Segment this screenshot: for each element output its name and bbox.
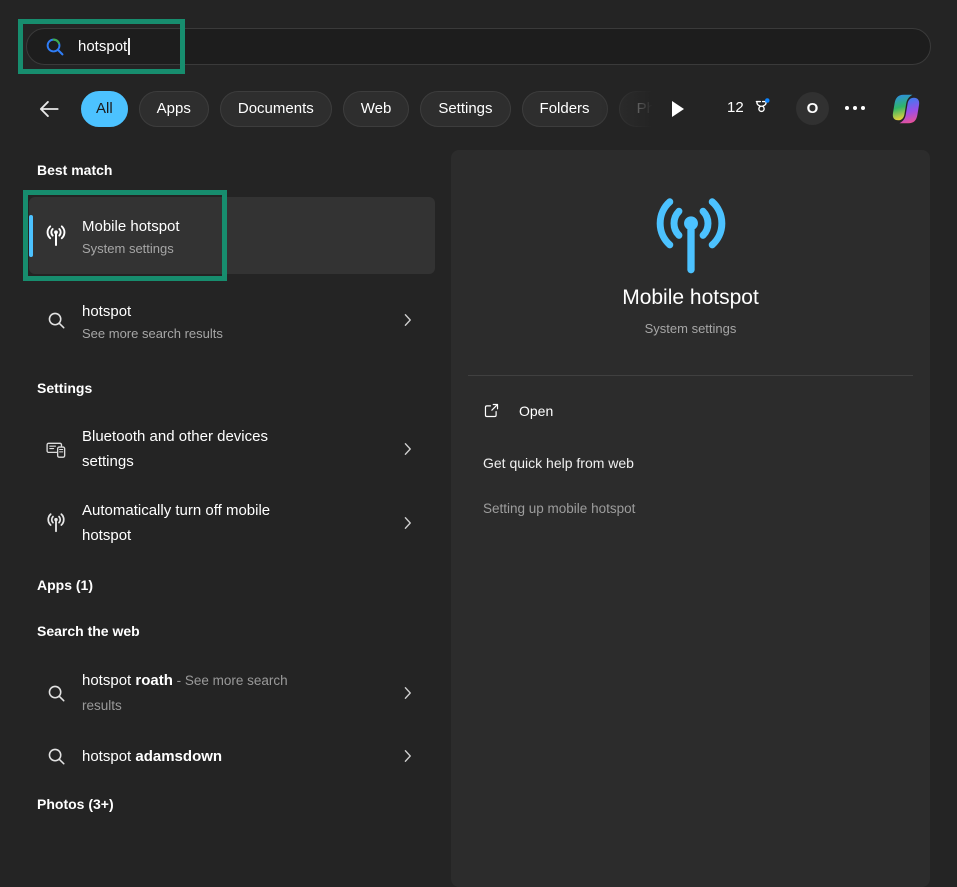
result-subtitle: See more search results — [82, 325, 223, 342]
hotspot-icon — [44, 224, 68, 248]
result-title: hotspot — [82, 299, 223, 324]
web-query-suggestion: roath — [135, 672, 173, 689]
chevron-right-icon[interactable] — [399, 512, 417, 534]
result-auto-turn-off-hotspot[interactable]: Automatically turn off mobile hotspot — [29, 485, 435, 561]
copilot-icon[interactable] — [888, 91, 924, 127]
devices-icon — [44, 438, 68, 461]
help-link-setting-up-hotspot[interactable]: Setting up mobile hotspot — [483, 501, 635, 516]
search-filter-tabs: All Apps Documents Web Settings Folders … — [81, 91, 662, 127]
user-avatar[interactable]: O — [796, 92, 829, 125]
result-mobile-hotspot[interactable]: Mobile hotspot System settings — [29, 197, 435, 274]
rewards-icon — [751, 97, 772, 118]
avatar-letter: O — [807, 100, 819, 117]
settings-header: Settings — [37, 380, 92, 396]
chevron-right-icon[interactable] — [399, 309, 417, 331]
tab-all[interactable]: All — [81, 91, 128, 127]
result-title: Mobile hotspot — [82, 214, 180, 239]
more-options-icon[interactable] — [845, 106, 865, 110]
search-icon — [44, 36, 65, 57]
tab-apps[interactable]: Apps — [139, 91, 209, 127]
result-bluetooth-settings[interactable]: Bluetooth and other devices settings — [29, 411, 435, 487]
rewards-count: 12 — [727, 99, 744, 116]
result-title: Bluetooth and other devices settings — [82, 424, 314, 474]
divider — [468, 375, 913, 376]
back-button[interactable] — [36, 96, 62, 122]
windows-search-flyout: hotspot All Apps Documents Web Settings … — [0, 0, 957, 887]
tab-documents[interactable]: Documents — [220, 91, 332, 127]
result-see-more[interactable]: hotspot See more search results — [29, 290, 435, 350]
selection-accent-bar — [29, 215, 33, 257]
tab-settings[interactable]: Settings — [420, 91, 510, 127]
tab-web[interactable]: Web — [343, 91, 410, 127]
rewards-badge[interactable]: 12 — [727, 97, 772, 118]
photos-header: Photos (3+) — [37, 796, 114, 812]
open-label: Open — [519, 403, 553, 419]
search-query-text: hotspot — [78, 38, 127, 55]
hotspot-icon — [44, 512, 68, 534]
web-query: hotspot — [82, 672, 135, 689]
quick-help-header: Get quick help from web — [483, 455, 634, 471]
search-result-icon — [44, 683, 68, 703]
open-action[interactable]: Open — [483, 402, 553, 419]
open-external-icon — [483, 402, 500, 419]
web-query: hotspot — [82, 748, 135, 765]
search-input[interactable]: hotspot — [26, 28, 931, 65]
chevron-right-icon[interactable] — [399, 438, 417, 460]
result-title: Automatically turn off mobile hotspot — [82, 498, 314, 548]
search-web-header: Search the web — [37, 623, 140, 639]
result-web-hotspot-adamsdown[interactable]: hotspot adamsdown — [29, 735, 435, 777]
tabs-scroll-right-icon[interactable] — [672, 101, 684, 117]
best-match-header: Best match — [37, 162, 112, 178]
chevron-right-icon[interactable] — [399, 682, 417, 704]
search-result-icon — [44, 310, 68, 330]
search-result-icon — [44, 746, 68, 766]
tab-folders[interactable]: Folders — [522, 91, 608, 127]
result-web-hotspot-roath[interactable]: hotspot roath - See more search results — [29, 655, 435, 731]
result-subtitle: System settings — [82, 240, 180, 257]
preview-panel: Mobile hotspot System settings Open Get … — [451, 150, 930, 887]
chevron-right-icon[interactable] — [399, 745, 417, 767]
apps-header: Apps (1) — [37, 577, 93, 593]
mobile-hotspot-large-icon — [646, 193, 736, 277]
web-query-suggestion: adamsdown — [135, 748, 222, 765]
tab-photos[interactable]: Photos — [619, 91, 662, 127]
preview-title: Mobile hotspot — [451, 286, 930, 310]
text-cursor — [128, 38, 130, 55]
preview-subtitle: System settings — [451, 321, 930, 336]
